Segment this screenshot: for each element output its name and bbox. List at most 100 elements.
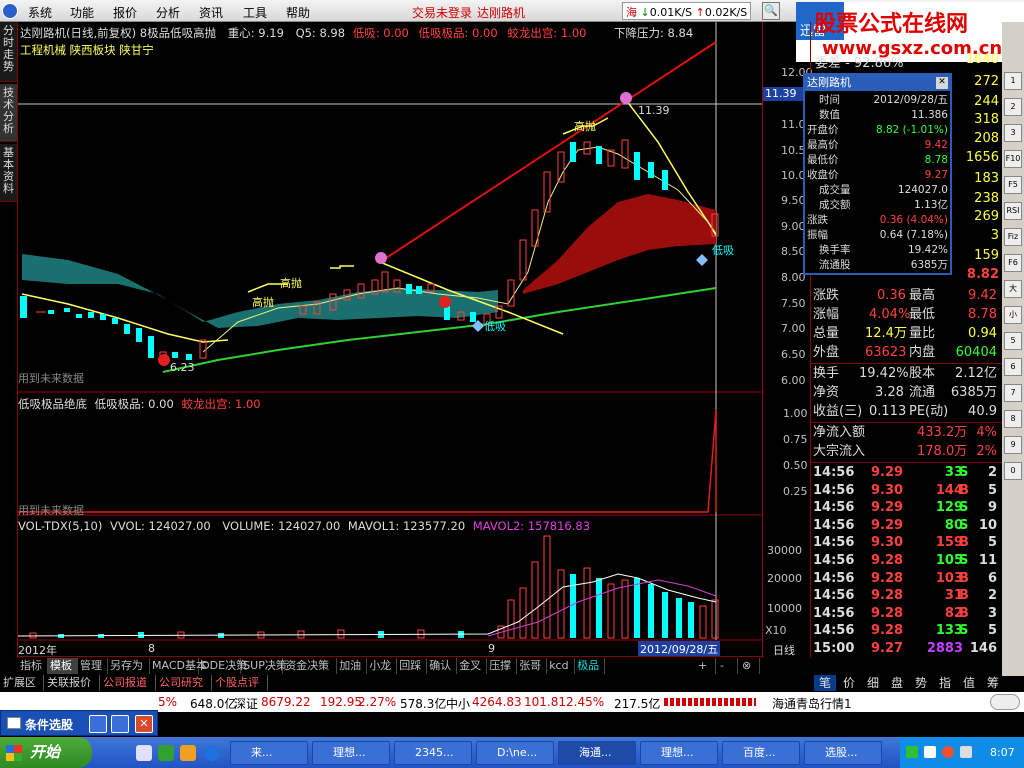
quote-tab[interactable]: 笔 [814, 675, 836, 691]
close-window-icon[interactable]: ✕ [135, 715, 153, 733]
quote-tab[interactable]: 细 [862, 675, 884, 691]
toolstrip-button[interactable]: Fiz [1004, 228, 1022, 246]
zoom-button[interactable]: - [718, 658, 738, 674]
close-icon[interactable]: ✕ [936, 77, 948, 89]
indicator-tab[interactable]: 加油 [337, 658, 368, 674]
ticker-vol-sz: 578.3亿 [400, 697, 447, 711]
dixi-value: 低吸: 0.00 [352, 26, 409, 40]
quote-tab[interactable]: 价 [838, 675, 860, 691]
indicator-tab[interactable]: 压撑 [487, 658, 518, 674]
zoom-button[interactable]: + [696, 658, 716, 674]
taskbar-window-button[interactable]: 理想... [312, 741, 390, 765]
crosshair-info-popup[interactable]: 达刚路机 ✕ 时间 2012/09/28/五 数值 11.386 开盘价 8.82 (-1… [803, 73, 952, 275]
taskbar-window-button[interactable]: 2345... [394, 741, 472, 765]
indicator-tab[interactable]: 张哥 [517, 658, 548, 674]
taskbar-window-button[interactable]: 百度... [722, 741, 800, 765]
menu-system[interactable]: 系统 [28, 4, 52, 21]
restore-icon[interactable] [89, 715, 107, 733]
quote-tab[interactable]: 值 [958, 675, 980, 691]
speaker-icon[interactable] [960, 746, 972, 758]
menu-function[interactable]: 功能 [70, 4, 94, 21]
indicator-tab[interactable]: kcd [547, 658, 576, 674]
toolstrip-button[interactable]: 3 [1004, 124, 1022, 142]
tray-icon-2[interactable] [924, 746, 936, 758]
dixi-label-1: 低吸 [484, 320, 506, 333]
indicator-tab[interactable]: 另存为 [108, 658, 150, 674]
extension-tab[interactable]: 公司报道 [100, 675, 156, 691]
zoom-button[interactable]: ⊗ [740, 658, 760, 674]
quote-tab[interactable]: 筹 [982, 675, 1004, 691]
indicator-tab[interactable]: 资金决策 [283, 658, 338, 674]
menu-quote[interactable]: 报价 [113, 4, 137, 21]
tray-icon-3[interactable] [942, 746, 954, 758]
tab-technical[interactable]: 技术分析 [0, 84, 17, 142]
indicator-tab[interactable]: 管理 [78, 658, 108, 674]
tab-fundamentals[interactable]: 基本资料 [0, 144, 17, 202]
toolstrip-button[interactable]: 1 [1004, 72, 1022, 90]
taskbar-window-button[interactable]: 理想... [640, 741, 718, 765]
period-label[interactable]: 日线 [773, 642, 795, 658]
tray-icon-1[interactable] [906, 746, 918, 758]
toolstrip-button[interactable]: F6 [1004, 254, 1022, 272]
quicklaunch-icon-2[interactable] [158, 745, 174, 761]
menu-help[interactable]: 帮助 [286, 4, 310, 21]
indicator-tab[interactable]: 极品 [575, 658, 606, 674]
quote-tab[interactable]: 势 [910, 675, 932, 691]
ticker-server: 海通青岛行情1 [772, 697, 852, 711]
toolstrip-button[interactable]: 5 [1004, 332, 1022, 350]
toolstrip-button[interactable]: 小 [1004, 306, 1022, 324]
toolstrip-button[interactable]: F5 [1004, 176, 1022, 194]
indicator-tab[interactable]: 金叉 [457, 658, 488, 674]
extension-tab[interactable]: 扩展区 [0, 675, 44, 691]
indicator-tab[interactable]: 确认 [427, 658, 458, 674]
tick-list[interactable]: 14:56 9.29 33 S 2 14:56 9.30 144 B 5 14:56 9.29 129 S… [811, 464, 1003, 658]
taskbar-window-button[interactable]: 来... [230, 741, 308, 765]
tick-row: 14:56 9.29 129 S 9 [813, 499, 1001, 517]
maximize-icon[interactable] [111, 715, 129, 733]
indicator-tab[interactable]: 回踩 [397, 658, 428, 674]
extension-tab[interactable]: 公司研究 [156, 675, 212, 691]
toolstrip-button[interactable]: 8 [1004, 410, 1022, 428]
taskbar-window-button[interactable]: 选股... [804, 741, 882, 765]
menu-tools[interactable]: 工具 [243, 4, 267, 21]
popup-value: 8.82 (-1.01%) [875, 124, 948, 136]
toolstrip-button[interactable]: 6 [1004, 358, 1022, 376]
taskbar-window-button[interactable]: D:\ne... [476, 741, 554, 765]
login-status[interactable]: 交易未登录 [412, 4, 472, 21]
indicator-tab[interactable]: DDE决策 [199, 658, 247, 674]
indicator-tab[interactable]: MACD基本 [150, 658, 207, 674]
extension-tab[interactable]: 个股点评 [212, 675, 268, 691]
toolstrip-button[interactable]: 7 [1004, 384, 1022, 402]
taskbar-window-button[interactable]: 海通... [558, 741, 636, 765]
toolstrip-button[interactable]: 2 [1004, 98, 1022, 116]
indicator-tab[interactable]: 模板 [48, 658, 78, 674]
kline-chart-area[interactable]: 达刚路机(日线,前复权) 8极品低吸高抛 重心: 9.19 Q5: 8.98 低… [18, 22, 762, 658]
tab-intraday[interactable]: 分时走势 [0, 22, 17, 82]
menu-news[interactable]: 资讯 [199, 4, 223, 21]
tick-price: 9.29 [871, 465, 904, 480]
popup-row: 成交量 124027.0 [807, 183, 948, 198]
extension-tab[interactable]: 关联报价 [44, 675, 100, 691]
tick-row: 14:56 9.28 103 B 6 [813, 570, 1001, 588]
indicator-tab[interactable]: SUP决策 [241, 658, 287, 674]
quote-tab[interactable]: 指 [934, 675, 956, 691]
toolstrip-button[interactable]: F10 [1004, 150, 1022, 168]
menu-analysis[interactable]: 分析 [156, 4, 180, 21]
quote-tab[interactable]: 盘 [886, 675, 908, 691]
quicklaunch-icon-4[interactable] [204, 745, 220, 761]
toolstrip-button[interactable]: 0 [1004, 462, 1022, 480]
network-speed: 海 ↓0.01K/S ↑0.02K/S [622, 2, 752, 20]
toolstrip-button[interactable]: 9 [1004, 436, 1022, 454]
condition-select-window[interactable]: 条件选股 ✕ [0, 710, 158, 736]
dixi-label-2: 低吸 [712, 244, 734, 257]
toolstrip-button[interactable]: RSI [1004, 202, 1022, 220]
indicator-tab[interactable]: 小龙 [367, 658, 398, 674]
toolstrip-button[interactable]: 大 [1004, 280, 1022, 298]
chart-canvas[interactable] [18, 22, 762, 658]
quicklaunch-icon-1[interactable] [136, 745, 152, 761]
vol-tick-20000: 20000 [767, 572, 802, 585]
search-icon[interactable]: 🔍 [762, 2, 780, 20]
toggle-icon[interactable] [990, 694, 1020, 710]
indicator-tab[interactable]: 指标 [18, 658, 48, 674]
quicklaunch-icon-3[interactable] [180, 745, 196, 761]
